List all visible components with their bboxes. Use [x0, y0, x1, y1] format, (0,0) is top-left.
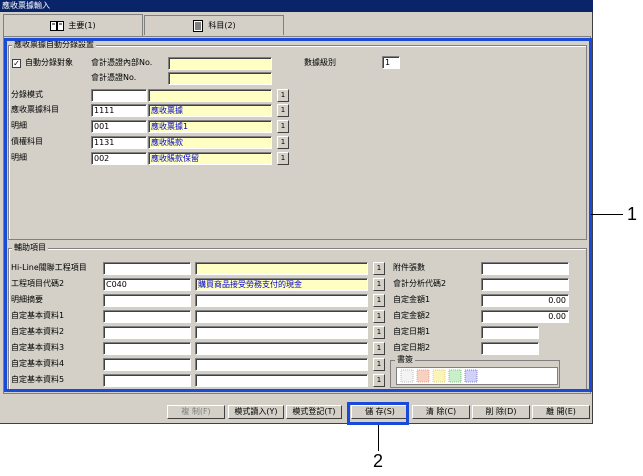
callout-line-2 [378, 425, 379, 451]
tab-bar: 主要(1) 科目(2) [3, 14, 591, 36]
clear-button[interactable]: 清 除(C) [412, 405, 470, 419]
book-icon [50, 20, 65, 31]
exit-button[interactable]: 離 開(E) [532, 405, 590, 419]
tab-main-label: 主要(1) [68, 21, 96, 30]
pattern-import-button[interactable]: 模式讀入(Y) [228, 405, 284, 419]
pattern-register-button[interactable]: 模式登記(T) [286, 405, 342, 419]
delete-button[interactable]: 削 除(D) [472, 405, 530, 419]
window-title: 應收票據輸入 [0, 0, 593, 12]
tab-accounts[interactable]: 科目(2) [144, 15, 284, 35]
callout-line-1 [591, 214, 623, 215]
callout-number-1: 1 [627, 204, 638, 224]
tab-main[interactable]: 主要(1) [3, 14, 143, 36]
callout-box-2 [347, 402, 409, 425]
callout-number-2: 2 [373, 451, 384, 471]
action-bar: 複 制(F) 模式讀入(Y) 模式登記(T) 儲 存(S) 清 除(C) 削 除… [3, 405, 591, 419]
callout-box-1 [4, 38, 592, 392]
tab-accounts-label: 科目(2) [208, 21, 236, 30]
ledger-icon [193, 19, 204, 32]
copy-button[interactable]: 複 制(F) [167, 405, 225, 419]
